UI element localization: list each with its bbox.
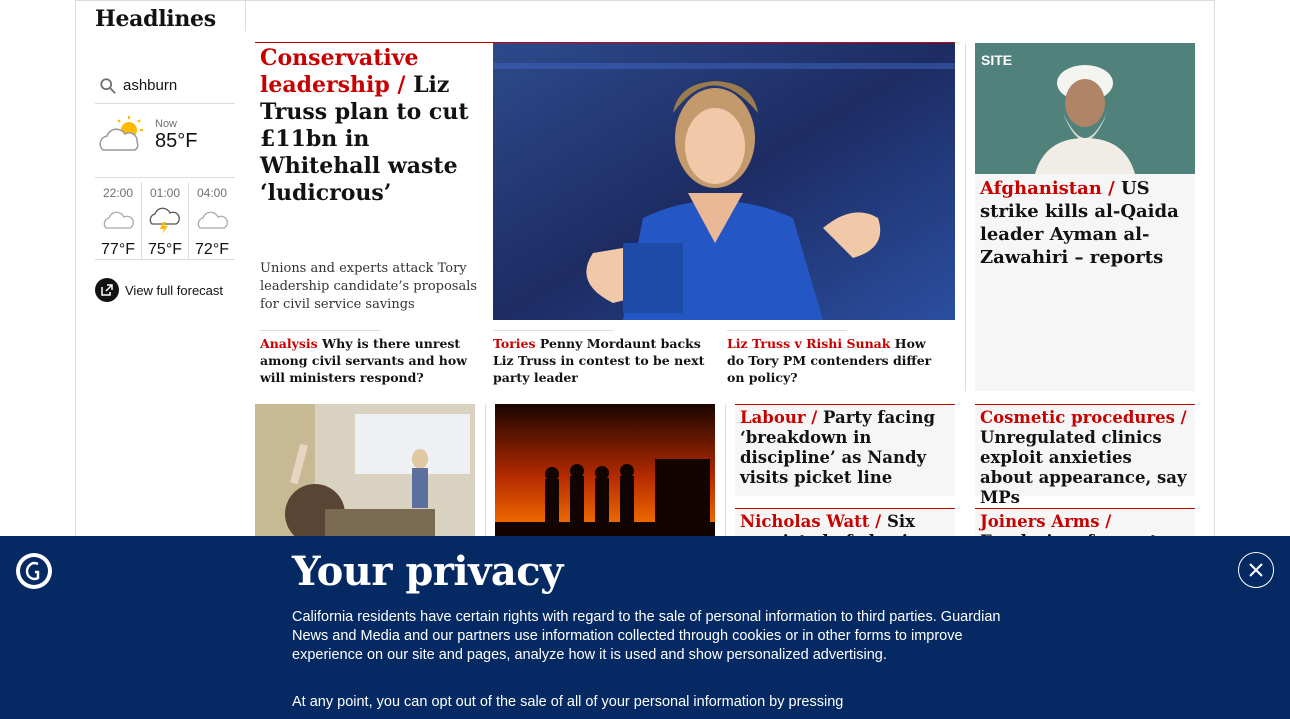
cloud-moon-icon — [103, 211, 134, 229]
guardian-logo-icon — [16, 553, 52, 589]
search-icon — [100, 77, 116, 94]
privacy-title: Your privacy — [292, 548, 563, 595]
divider — [485, 404, 486, 536]
sublink-kicker: Tories — [493, 336, 536, 351]
partly-sunny-icon — [99, 116, 143, 151]
weather-widget: ashburn Now 85°F 22:00 77°F 01:00 75°F 0… — [95, 68, 235, 302]
lead-standfirst: Unions and experts attack Tory leadershi… — [260, 261, 478, 312]
thunderstorm-icon — [149, 207, 180, 234]
lead-image[interactable] — [493, 43, 955, 320]
hourly-forecast: 22:00 77°F 01:00 75°F 04:00 72°F — [95, 182, 235, 260]
cloud-moon-icon — [197, 211, 228, 229]
rule — [260, 330, 380, 331]
forecast-time: 04:00 — [196, 186, 228, 200]
story-card-afghanistan[interactable]: SITE Afghanistan / US strike kills al-Qa… — [975, 43, 1195, 391]
sublink-truss-v-sunak[interactable]: Liz Truss v Rishi Sunak How do Tory PM c… — [727, 330, 942, 386]
close-button[interactable] — [1238, 552, 1274, 588]
forecast-slot: 01:00 75°F — [142, 182, 189, 259]
now-temperature: 85°F — [155, 130, 198, 152]
rule — [727, 330, 847, 331]
story-kicker: Afghanistan / — [980, 178, 1115, 199]
now-label: Now — [155, 118, 178, 130]
location-input[interactable]: ashburn — [123, 77, 177, 94]
story-headline-block: Cosmetic procedures / Unregulated clinic… — [975, 405, 1195, 511]
lead-kicker: Conservative leadership / — [260, 45, 419, 98]
forecast-slot: 04:00 72°F — [189, 182, 235, 259]
story-card-cosmetic[interactable]: Cosmetic procedures / Unregulated clinic… — [975, 404, 1195, 507]
classroom-image[interactable] — [255, 404, 475, 536]
site-watermark: SITE — [981, 52, 1012, 68]
story-headline-block: Afghanistan / US strike kills al-Qaida l… — [975, 174, 1195, 272]
wildfire-image[interactable] — [495, 404, 715, 536]
sublink-kicker: Analysis — [260, 336, 318, 351]
forecast-temp: 75°F — [148, 241, 182, 258]
sublink-tories[interactable]: Tories Penny Mordaunt backs Liz Truss in… — [493, 330, 713, 386]
forecast-time: 22:00 — [102, 186, 134, 200]
divider — [965, 43, 966, 391]
current-weather: Now 85°F — [95, 108, 235, 178]
story-kicker: Joiners Arms / — [980, 512, 1112, 531]
story-kicker: Nicholas Watt / — [740, 512, 882, 531]
privacy-body: California residents have certain rights… — [292, 609, 1001, 663]
story-kicker: Cosmetic procedures / — [980, 408, 1187, 427]
divider — [245, 0, 246, 31]
story-headline: Unregulated clinics exploit anxieties ab… — [980, 428, 1187, 507]
close-icon — [1249, 563, 1263, 577]
divider — [725, 404, 726, 536]
section-title: Headlines — [95, 6, 216, 32]
story-headline-block: Labour / Party facing ‘breakdown in disc… — [735, 405, 955, 491]
story-card-labour[interactable]: Labour / Party facing ‘breakdown in disc… — [735, 404, 955, 496]
story-kicker: Labour / — [740, 408, 818, 427]
lead-headline-link[interactable]: Conservative leadership / Liz Truss plan… — [260, 45, 485, 207]
full-forecast-label: View full forecast — [125, 282, 224, 298]
forecast-slot: 22:00 77°F — [95, 182, 142, 259]
forecast-temp: 77°F — [101, 241, 135, 258]
privacy-banner: Your privacy California residents have c… — [0, 536, 1290, 719]
external-link-icon — [95, 278, 119, 302]
location-search[interactable]: ashburn — [95, 68, 235, 104]
story-image: SITE — [975, 43, 1195, 174]
sublink-analysis[interactable]: Analysis Why is there unrest among civil… — [260, 330, 480, 386]
sublink-kicker: Liz Truss v Rishi Sunak — [727, 336, 891, 351]
forecast-temp: 72°F — [195, 241, 229, 258]
rule — [493, 330, 613, 331]
view-full-forecast-link[interactable]: View full forecast — [95, 278, 235, 302]
forecast-time: 01:00 — [149, 186, 181, 200]
privacy-body-2: At any point, you can opt out of the sal… — [292, 694, 844, 710]
